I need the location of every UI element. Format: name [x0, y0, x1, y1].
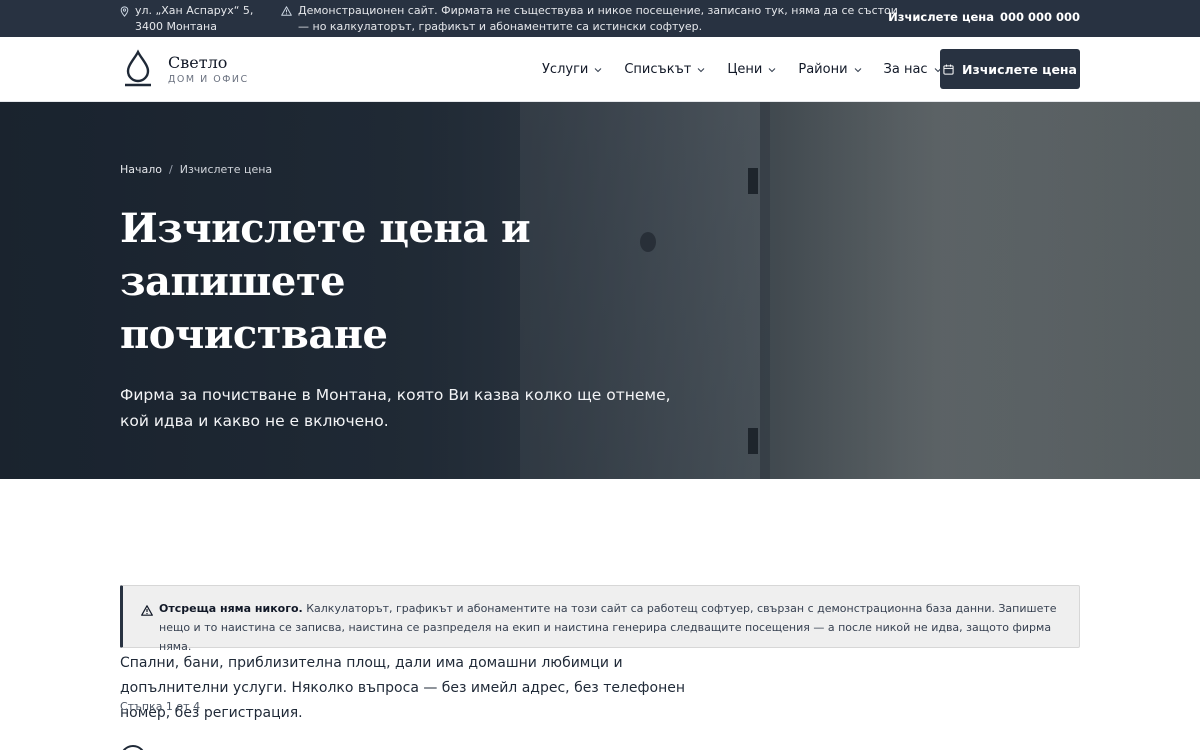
- nav-item-services[interactable]: Услуги: [542, 62, 602, 77]
- hero-section: Начало / Изчислете цена Изчислете цена и…: [0, 102, 1200, 479]
- nav-item-prices[interactable]: Цени: [727, 62, 776, 77]
- calculate-price-label: Изчислете цена: [962, 61, 1077, 77]
- demo-alert-strong: Отсреща няма никого.: [159, 602, 303, 615]
- chevron-down-icon: [594, 67, 602, 72]
- site-header: Светло ДОМ И ОФИС Услуги Списъкът Цени Р…: [0, 37, 1200, 102]
- top-info-bar: ул. „Хан Аспарух“ 5, 3400 Монтана Демонс…: [0, 0, 1200, 37]
- brand-logo[interactable]: Светло ДОМ И ОФИС: [122, 49, 249, 89]
- chevron-down-icon: [854, 67, 861, 72]
- demo-notice: Демонстрационен сайт. Фирмата не съществ…: [281, 3, 901, 35]
- demo-alert: Отсреща няма никого. Калкулаторът, графи…: [120, 585, 1080, 653]
- calendar-icon: [943, 64, 954, 75]
- brand-name: Светло: [168, 52, 228, 72]
- brand-tagline: ДОМ И ОФИС: [168, 73, 249, 85]
- warning-icon: [281, 6, 292, 16]
- breadcrumb-current: Изчислете цена: [179, 163, 273, 176]
- step-circle: [120, 745, 146, 750]
- brand-text: Светло ДОМ И ОФИС: [168, 53, 249, 86]
- address: ул. „Хан Аспарух“ 5, 3400 Монтана: [120, 3, 280, 35]
- nav-item-label: Цени: [727, 62, 763, 77]
- page-title: Изчислете цена и запишете почистване: [120, 205, 531, 358]
- breadcrumb-home[interactable]: Начало: [120, 163, 162, 176]
- nav-item-label: Списъкът: [624, 62, 692, 77]
- calculator-intro: Спални, бани, приблизителна площ, дали и…: [120, 655, 685, 721]
- nav-item-about[interactable]: За нас: [884, 62, 942, 77]
- droplet-icon: [125, 49, 151, 87]
- address-text: ул. „Хан Аспарух“ 5, 3400 Монтана: [135, 4, 254, 33]
- top-cta-phone: 000 000 000: [999, 10, 1080, 24]
- hero-lead: Фирма за почистване в Монтана, която Ви …: [120, 386, 671, 430]
- demo-alert-text: Отсреща няма никого. Калкулаторът, графи…: [159, 599, 1063, 656]
- main-nav: Услуги Списъкът Цени Райони За нас: [542, 37, 964, 102]
- nav-item-areas[interactable]: Райони: [798, 62, 861, 77]
- nav-item-label: Райони: [798, 62, 848, 77]
- nav-item-list[interactable]: Списъкът: [624, 62, 705, 77]
- chevron-down-icon: [697, 67, 705, 72]
- top-cta-label: Изчислете цена: [888, 10, 994, 24]
- breadcrumb: Начало / Изчислете цена: [120, 163, 272, 176]
- demo-notice-text: Демонстрационен сайт. Фирмата не съществ…: [298, 4, 898, 33]
- map-pin-icon: [120, 6, 129, 17]
- nav-item-label: За нас: [883, 62, 928, 77]
- top-cta-link[interactable]: Изчислете цена 000 000 000: [888, 10, 1080, 24]
- chevron-down-icon: [768, 67, 776, 72]
- nav-item-label: Услуги: [542, 62, 589, 77]
- warning-icon: [141, 605, 153, 616]
- step-indicator: Стъпка 1 от 4: [120, 700, 201, 713]
- calculate-price-button[interactable]: Изчислете цена: [940, 49, 1080, 89]
- breadcrumb-separator: /: [169, 163, 173, 176]
